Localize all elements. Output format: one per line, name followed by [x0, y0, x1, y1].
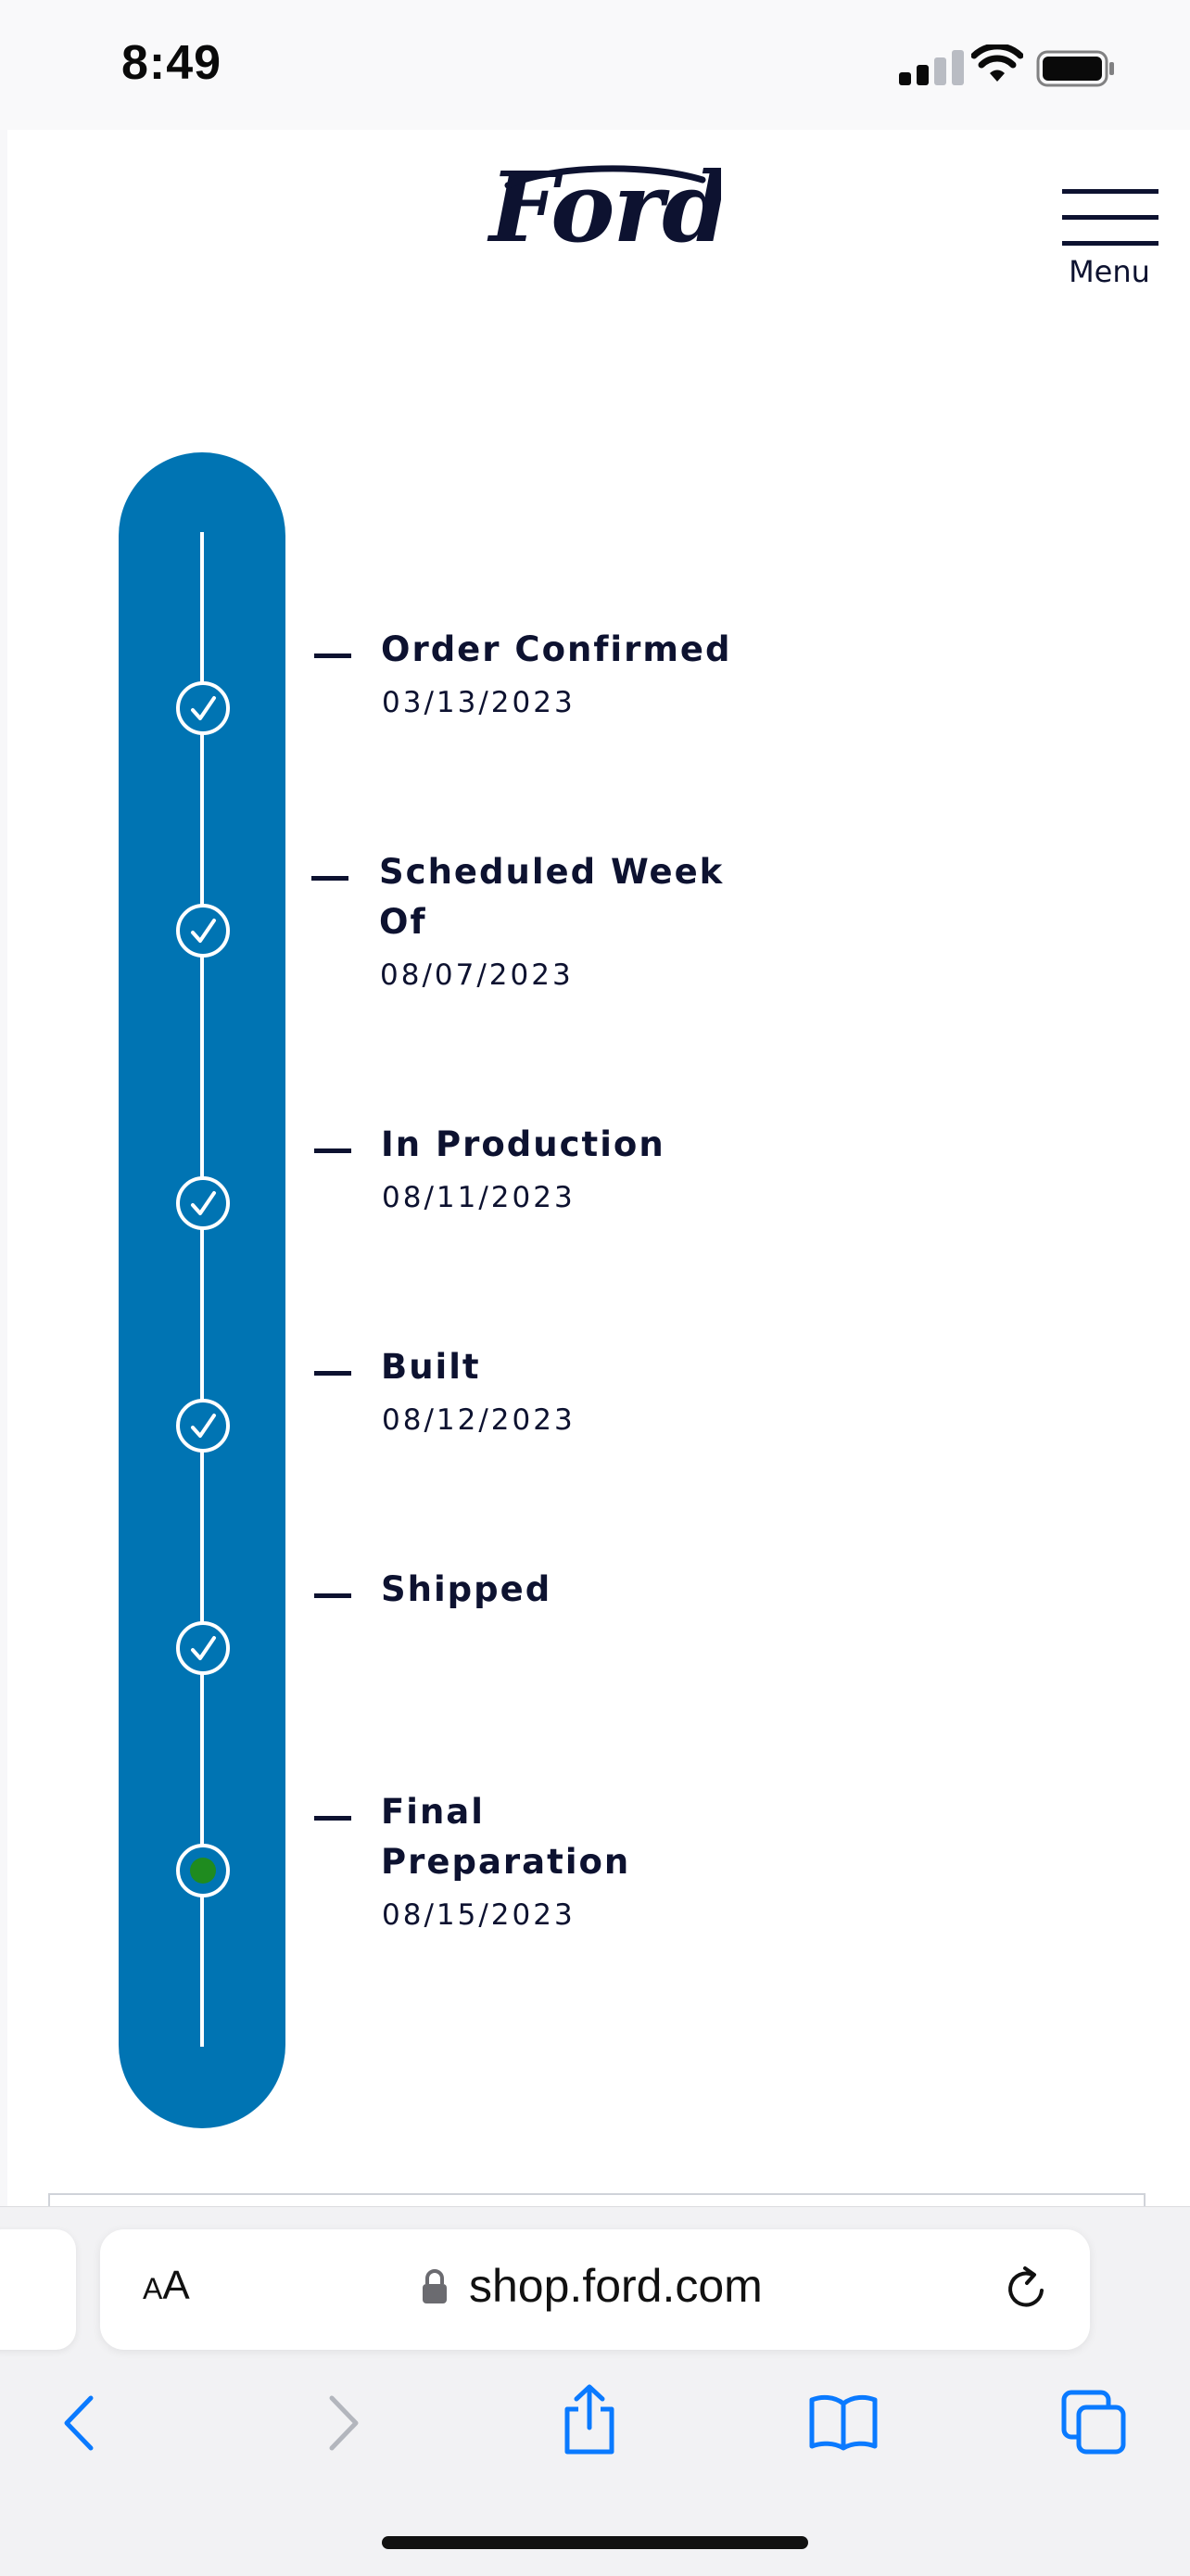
- step-date: 08/07/2023: [380, 958, 574, 992]
- step-dash: [314, 1148, 351, 1153]
- status-bar: 8:49: [0, 0, 1190, 130]
- step-date: 08/12/2023: [382, 1403, 576, 1437]
- wifi-icon: [971, 44, 1023, 82]
- previous-tab-preview[interactable]: [0, 2229, 76, 2350]
- step-label-line2: Of: [379, 902, 427, 942]
- reload-icon[interactable]: [1001, 2263, 1053, 2315]
- bookmarks-icon[interactable]: [808, 2392, 879, 2452]
- step-label: Scheduled Week: [379, 852, 725, 892]
- address-bar[interactable]: AA shop.ford.com: [100, 2229, 1090, 2350]
- step-dash: [314, 1371, 351, 1376]
- step-dash: [311, 876, 348, 881]
- step-dash: [314, 1816, 351, 1821]
- step-date: 08/11/2023: [382, 1181, 576, 1214]
- svg-text:Ford: Ford: [487, 156, 721, 264]
- tabs-icon[interactable]: [1060, 2389, 1127, 2455]
- step-complete-icon: [176, 904, 230, 958]
- step-dash: [314, 654, 351, 658]
- step-complete-icon: [176, 681, 230, 735]
- step-label: Built: [381, 1347, 481, 1387]
- status-time: 8:49: [121, 36, 222, 90]
- url-text[interactable]: shop.ford.com: [469, 2259, 763, 2313]
- step-label-line2: Preparation: [381, 1842, 631, 1882]
- tracker-line: [200, 532, 204, 2047]
- menu-button[interactable]: Menu: [1049, 158, 1160, 289]
- step-current-icon: [176, 1844, 230, 1897]
- step-complete-icon: [176, 1399, 230, 1453]
- ford-logo[interactable]: Ford: [480, 156, 721, 267]
- step-complete-icon: [176, 1176, 230, 1230]
- order-tracker-bar: [119, 452, 285, 2128]
- lock-icon: [423, 2269, 447, 2303]
- share-icon[interactable]: [560, 2383, 619, 2457]
- step-complete-icon: [176, 1621, 230, 1675]
- menu-label: Menu: [1069, 254, 1150, 289]
- step-label: Shipped: [381, 1569, 552, 1609]
- step-dash: [314, 1593, 351, 1598]
- cellular-signal-icon: [899, 48, 964, 85]
- step-label: Order Confirmed: [381, 629, 732, 669]
- forward-icon[interactable]: [319, 2391, 365, 2455]
- step-label: Final: [381, 1792, 485, 1832]
- home-indicator[interactable]: [382, 2536, 808, 2549]
- step-label: In Production: [381, 1124, 665, 1164]
- browser-toolbar: AA shop.ford.com: [0, 2206, 1190, 2576]
- text-size-button[interactable]: AA: [143, 2263, 190, 2309]
- battery-icon: [1036, 50, 1114, 87]
- page-content: Ford Menu Order Confirmed 03/13/2023 Sch…: [7, 130, 1190, 2232]
- step-date: 03/13/2023: [382, 686, 576, 719]
- back-icon[interactable]: [57, 2391, 104, 2455]
- step-date: 08/15/2023: [382, 1898, 576, 1932]
- current-step-dot: [190, 1858, 216, 1884]
